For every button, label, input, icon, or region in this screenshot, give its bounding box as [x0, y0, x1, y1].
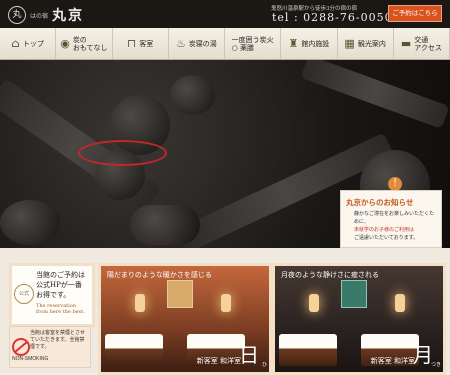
room-kana: つき [430, 362, 441, 368]
site-header: 丸 はの宿 丸京 鬼怒川温泉駅から徒歩3分の宿の宿 tel : 0288-76-… [0, 0, 450, 28]
lamp [135, 294, 145, 312]
promo-text: 当館のご予約は公式HPが一番お得です。 [36, 271, 85, 299]
nav-item-facilities[interactable]: ♜ 館内施設 [281, 28, 338, 59]
news-line1: 静かなご滞在をお楽しみいただくために、 [354, 211, 435, 225]
nav-item-hospitality[interactable]: ◉ 炭の おもてなし [56, 28, 113, 59]
nav-item-bath[interactable]: ♨ 炭寝の湯 [169, 28, 225, 59]
room-label: 新客室 和洋室 [370, 357, 415, 365]
bath-icon: ♨ [175, 37, 186, 50]
charcoal-chestnut [170, 75, 215, 115]
wall-art [341, 280, 367, 308]
facility-icon: ♜ [288, 37, 299, 50]
no-smoking-icon [12, 338, 30, 356]
main-nav: ⌂ トップ ◉ 炭の おもてなし ⊓ 客室 ♨ 炭寝の湯 一度囲う炭火 ○ 薬膳 ♜ 館内… [0, 28, 450, 60]
logo-subtitle: はの宿 [30, 12, 49, 20]
room-caption: 陽だまりのような暖かさを感じる [107, 271, 212, 279]
nav-item-sightseeing[interactable]: ▦ 観光案内 [338, 28, 394, 59]
official-badge-icon: 公式 [14, 284, 34, 304]
home-icon: ⌂ [11, 37, 20, 50]
nav-label: 観光案内 [357, 39, 386, 48]
nav-label: 館内施設 [301, 39, 330, 48]
charcoal-ball [0, 200, 60, 245]
wall-art [167, 280, 193, 308]
room-kana: ひ [261, 362, 267, 368]
phone-number[interactable]: tel : 0288-76-0050 [272, 11, 393, 24]
map-icon: ▦ [344, 37, 355, 50]
charcoal-lotus [130, 205, 200, 245]
room-char: 日 [239, 343, 259, 367]
lamp [221, 294, 231, 312]
nav-label: 客室 [139, 39, 154, 48]
car-icon: ▬ [400, 37, 412, 50]
charcoal-icon: ◉ [60, 37, 70, 50]
nav-label: 炭の おもてなし [72, 35, 108, 52]
room-icon: ⊓ [127, 37, 137, 50]
lamp [309, 294, 319, 312]
nav-item-rooms[interactable]: ⊓ 客室 [113, 28, 169, 59]
news-line2: ご遠慮いただいております。 [354, 235, 419, 241]
site-logo[interactable]: 丸 はの宿 丸京 [8, 5, 84, 25]
news-highlight: 未就学のお子様のご利用は [354, 227, 415, 233]
room-caption: 月夜のような静けさに癒される [281, 271, 379, 279]
room-label: 新客室 和洋室 [196, 357, 241, 365]
logo-name: 丸京 [52, 8, 85, 24]
notice-icon: ! [388, 177, 402, 191]
nav-item-top[interactable]: ⌂ トップ [0, 28, 57, 59]
logo-seal-icon: 丸 [8, 6, 26, 24]
news-text: 静かなご滞在をお楽しみいただくために、 未就学のお子様のご利用は ご遠慮いただい… [354, 210, 438, 242]
bed [105, 334, 163, 366]
nav-label: 一度囲う炭火 ○ 薬膳 [231, 35, 274, 52]
promo-en: The reservation from here the best. [36, 303, 85, 315]
nonsmoking-text: 当館は客室を禁煙とさせていただきます。全館禁煙です。 [30, 330, 86, 350]
room-card-tsuki[interactable]: 月夜のような静けさに癒される 新客室 和洋室 月 つき [272, 263, 446, 375]
nav-label: 炭寝の湯 [188, 39, 217, 48]
nonsmoking-en: NON-SMOKING [12, 356, 49, 362]
nav-label: トップ [22, 39, 44, 48]
news-title: 丸京からのお知らせ [346, 198, 414, 207]
bed [279, 334, 337, 366]
room-card-hi[interactable]: 陽だまりのような暖かさを感じる 新客室 和洋室 日 ひ [98, 263, 272, 375]
reserve-button[interactable]: ご予約はこちら [388, 5, 442, 22]
red-cord [78, 140, 167, 166]
charcoal-stick [300, 60, 450, 129]
nav-label: 交通 アクセス [414, 35, 442, 52]
nav-item-meal[interactable]: 一度囲う炭火 ○ 薬膳 [225, 28, 282, 59]
nav-item-access[interactable]: ▬ 交通 アクセス [394, 28, 450, 59]
lamp [395, 294, 405, 312]
